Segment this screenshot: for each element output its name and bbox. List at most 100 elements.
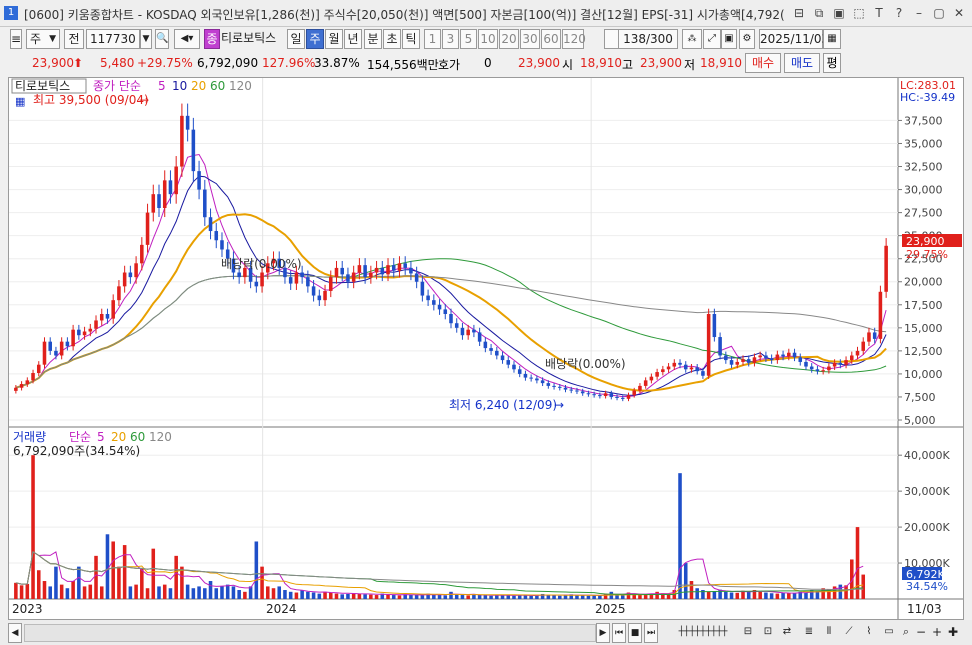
expand-icon[interactable]: ✚ — [946, 623, 960, 643]
period-week[interactable]: 주 — [306, 29, 324, 49]
window-title: [0600] 키움종합차트 - KOSDAQ 외국인보유[1,286(천)] 주… — [24, 8, 785, 22]
volume-bar — [231, 586, 236, 599]
volume-bar — [729, 592, 734, 599]
interval-20[interactable]: 20 — [499, 29, 519, 49]
candle-body — [695, 367, 699, 372]
period-tick[interactable]: 틱 — [402, 29, 420, 49]
interval-60[interactable]: 60 — [541, 29, 561, 49]
minimize-icon[interactable]: – — [910, 4, 928, 22]
volume-bar — [432, 594, 436, 599]
price-tick-label: 30,000 — [904, 184, 943, 197]
font-icon[interactable]: T — [870, 4, 888, 22]
period-year[interactable]: 년 — [344, 29, 362, 49]
candle-body — [403, 263, 407, 268]
volume-bar — [197, 586, 201, 599]
fast-forward-icon[interactable]: ⏭ — [644, 623, 658, 643]
volume-bar — [546, 595, 551, 599]
grid-tool-icon[interactable]: ≣ — [800, 623, 818, 643]
volume-bar — [122, 545, 127, 599]
rewind-icon[interactable]: ⏮ — [612, 623, 626, 643]
window-number-badge: 1 — [4, 6, 18, 20]
search-icon[interactable]: 🔍 — [155, 29, 169, 49]
candle-style-icon[interactable]: ⫴ — [820, 623, 838, 643]
volume-bar — [523, 595, 528, 599]
count-field[interactable]: 138/300 — [618, 29, 678, 49]
calendar-icon[interactable]: ▦ — [823, 29, 841, 49]
market-select[interactable]: 주 ▼ — [26, 29, 60, 49]
restore-copy-icon[interactable]: ⧉ — [810, 4, 828, 22]
horizontal-scrollbar[interactable] — [24, 624, 596, 642]
candle-body — [592, 394, 596, 396]
volume-bar — [712, 591, 717, 599]
frame-icon[interactable]: ⬚ — [850, 4, 868, 22]
volume-bar — [414, 595, 419, 599]
zoom-out-icon[interactable]: − — [914, 623, 928, 643]
candle-body — [683, 364, 688, 370]
compare-icon[interactable]: ⤢ — [703, 29, 721, 49]
volume-tick-label: 20,000K — [904, 521, 950, 534]
line-tool-icon[interactable]: ⇄ — [778, 623, 796, 643]
candle-body — [414, 273, 419, 282]
interval-1[interactable]: 1 — [424, 29, 441, 49]
scroll-right-icon[interactable]: ▶ — [596, 623, 610, 643]
prev-button[interactable]: 전 — [64, 29, 84, 49]
candle-body — [59, 341, 64, 356]
settings-icon[interactable]: ⚙ — [739, 29, 755, 49]
candle-body — [426, 295, 430, 301]
volume-bar — [151, 548, 156, 599]
sound-icon[interactable]: ◀▾ — [174, 29, 200, 49]
price-volume-chart[interactable]: 37,50035,00032,50030,00027,50025,00022,5… — [9, 78, 963, 619]
period-second[interactable]: 초 — [383, 29, 401, 49]
volume-bar — [460, 595, 465, 599]
trend-tool-icon[interactable]: ⟋ — [840, 623, 858, 643]
crosshair-icon[interactable]: ⁂ — [682, 29, 702, 49]
interval-5[interactable]: 5 — [460, 29, 477, 49]
help-icon[interactable]: ? — [890, 4, 908, 22]
ma120-line — [15, 275, 887, 389]
candle-body — [36, 364, 41, 373]
candle-body — [203, 189, 207, 218]
menu-icon[interactable]: ≡ — [10, 29, 22, 49]
chart-type-icon[interactable]: ⌇ — [860, 623, 878, 643]
fullscreen-icon[interactable]: ▣ — [830, 4, 848, 22]
interval-10[interactable]: 10 — [478, 29, 498, 49]
period-minute[interactable]: 분 — [364, 29, 382, 49]
candle-body — [65, 341, 70, 347]
interval-30[interactable]: 30 — [520, 29, 540, 49]
maximize-icon[interactable]: ▢ — [930, 4, 948, 22]
buy-button[interactable]: 매수 — [745, 53, 781, 73]
candle-body — [626, 395, 631, 399]
close-icon[interactable]: ✕ — [950, 4, 968, 22]
volume-bar — [94, 555, 98, 599]
candle-body — [781, 354, 785, 357]
interval-3[interactable]: 3 — [442, 29, 459, 49]
volume-bar — [99, 586, 104, 599]
price-tick-label: 20,000 — [904, 276, 943, 289]
compare-chart-icon[interactable]: ⊟ — [738, 623, 758, 643]
hc-label: HC:-39.49 — [900, 91, 955, 104]
volume-bar — [346, 593, 350, 599]
panel-icon[interactable]: ▭ — [880, 623, 898, 643]
date-field[interactable]: 2025/11/03 — [759, 29, 829, 49]
eval-button[interactable]: 평 — [823, 53, 841, 73]
scroll-left-icon[interactable]: ◀ — [8, 623, 22, 643]
candle-body — [432, 300, 436, 305]
sell-button[interactable]: 매도 — [784, 53, 820, 73]
stop-icon[interactable]: ■ — [628, 623, 642, 643]
period-month[interactable]: 월 — [325, 29, 343, 49]
zoom-slider[interactable]: ┼┼┼┼┼┼┼┼┼ — [670, 623, 736, 643]
candle-body — [145, 212, 150, 245]
candle-body — [140, 244, 144, 264]
save-icon[interactable]: ▣ — [721, 29, 737, 49]
code-dropdown-icon[interactable]: ▼ — [140, 29, 152, 49]
layout-icon[interactable]: ⊟ — [790, 4, 808, 22]
period-day[interactable]: 일 — [287, 29, 305, 49]
frame-toggle-icon[interactable]: ⊡ — [760, 623, 776, 643]
volume-tick-label: 40,000K — [904, 449, 950, 462]
interval-120[interactable]: 120 — [562, 29, 586, 49]
stock-code-input[interactable]: 117730 — [86, 29, 140, 49]
zoom-in-icon[interactable]: + — [930, 623, 944, 643]
zoom-search-icon[interactable]: ⌕ — [899, 623, 913, 643]
candle-body — [117, 286, 121, 301]
xaxis-label-2025: 2025 — [595, 602, 626, 616]
